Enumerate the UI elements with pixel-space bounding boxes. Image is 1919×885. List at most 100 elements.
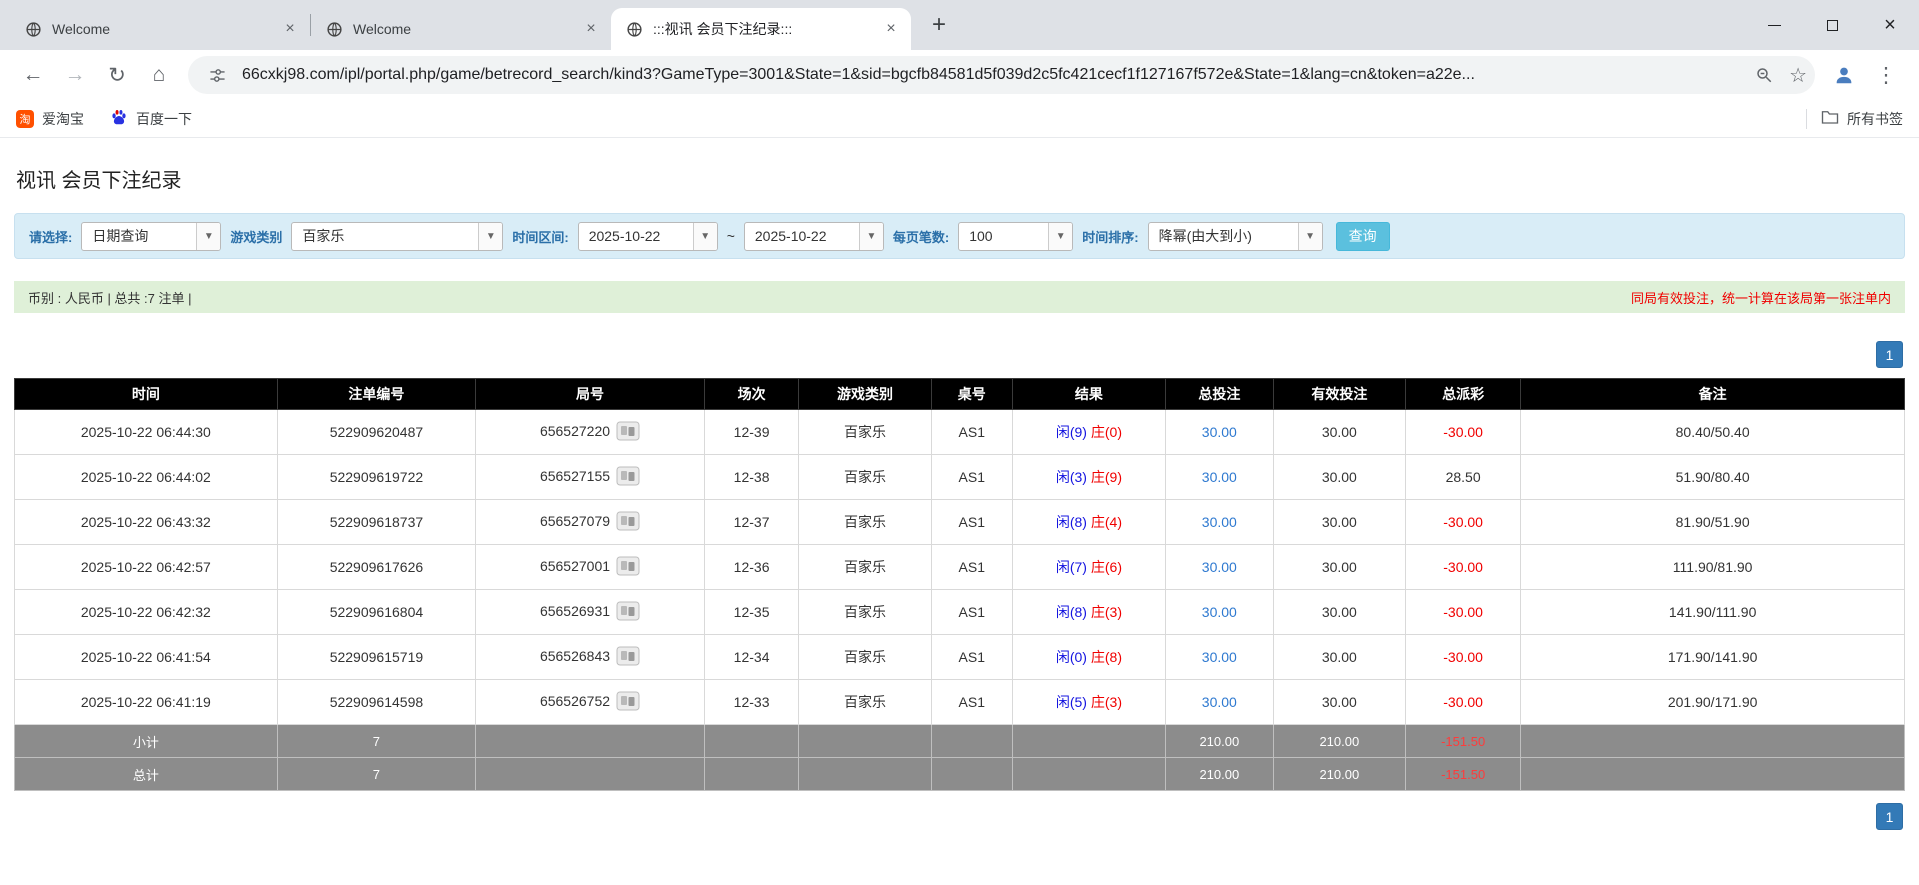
close-window-button[interactable]: × [1861, 0, 1919, 50]
cell-result: 闲(8) 庄(3) [1011, 589, 1166, 635]
cell-remark: 171.90/141.90 [1520, 634, 1905, 680]
sort-order-select[interactable]: 降幂(由大到小) ▼ [1147, 221, 1323, 251]
reload-button[interactable]: ↻ [96, 54, 138, 96]
forward-button[interactable]: → [54, 54, 96, 96]
cell-total-bet[interactable]: 30.00 [1164, 589, 1274, 635]
folder-icon [1821, 109, 1839, 128]
cell-game-type: 百家乐 [798, 499, 932, 545]
round-detail-icon[interactable] [616, 691, 640, 714]
summary-valid-bet: 210.00 [1272, 724, 1406, 758]
cell-round: 656526843 [475, 634, 705, 680]
cell-round: 656526752 [475, 679, 705, 725]
table-header-row: 时间 注单编号 局号 场次 游戏类别 桌号 结果 总投注 有效投注 总派彩 备注 [14, 378, 1905, 410]
tab-close-icon[interactable]: × [581, 19, 601, 39]
chevron-down-icon[interactable]: ▼ [478, 222, 503, 250]
globe-icon [325, 20, 343, 38]
filter-bar: 请选择: 日期查询 ▼ 游戏类别 百家乐 ▼ 时间区间: 2025-10-22 … [14, 213, 1905, 259]
round-detail-icon[interactable] [616, 511, 640, 534]
summary-valid-bet: 210.00 [1272, 757, 1406, 791]
date-range-label: 时间区间: [512, 229, 569, 245]
tab-close-icon[interactable]: × [280, 19, 300, 39]
query-type-select[interactable]: 日期查询 ▼ [81, 221, 222, 251]
result-player: 闲(5) [1055, 694, 1087, 710]
tab-welcome-2[interactable]: Welcome × [311, 8, 611, 50]
date-to-select[interactable]: 2025-10-22 ▼ [743, 221, 884, 251]
query-type-value: 日期查询 [92, 228, 149, 244]
cell-time: 2025-10-22 06:43:32 [14, 499, 278, 545]
site-info-icon[interactable] [204, 67, 230, 84]
date-from-select[interactable]: 2025-10-22 ▼ [577, 221, 718, 251]
game-type-select[interactable]: 百家乐 ▼ [291, 221, 504, 251]
column-header-valid-bet: 有效投注 [1272, 378, 1406, 410]
zoom-icon[interactable] [1751, 66, 1777, 84]
summary-total-bet: 210.00 [1164, 724, 1274, 758]
round-detail-icon[interactable] [616, 556, 640, 579]
cell-game-type: 百家乐 [798, 544, 932, 590]
cell-total-bet[interactable]: 30.00 [1164, 499, 1274, 545]
cell-total-bet[interactable]: 30.00 [1164, 409, 1274, 455]
tab-welcome-1[interactable]: Welcome × [10, 8, 310, 50]
column-header-total-bet: 总投注 [1164, 378, 1274, 410]
round-detail-icon[interactable] [616, 421, 640, 444]
chevron-down-icon[interactable]: ▼ [1048, 222, 1073, 250]
cell-payout: 28.50 [1404, 454, 1522, 500]
round-detail-icon[interactable] [616, 601, 640, 624]
range-separator: ~ [726, 228, 735, 244]
cell-valid-bet: 30.00 [1272, 409, 1406, 455]
chevron-down-icon[interactable]: ▼ [692, 222, 717, 250]
divider [1806, 108, 1807, 129]
cell-round: 656527220 [475, 409, 705, 455]
all-bookmarks-button[interactable]: 所有书签 [1821, 109, 1903, 129]
chevron-down-icon[interactable]: ▼ [858, 222, 883, 250]
cell-total-bet[interactable]: 30.00 [1164, 679, 1274, 725]
cell-session: 12-35 [703, 589, 800, 635]
url-text[interactable]: 66cxkj98.com/ipl/portal.php/game/betreco… [242, 66, 1739, 84]
bookmark-baidu[interactable]: 百度一下 [110, 108, 192, 129]
profile-avatar[interactable] [1823, 54, 1865, 96]
cell-total-bet[interactable]: 30.00 [1164, 544, 1274, 590]
chevron-down-icon[interactable]: ▼ [1297, 222, 1322, 250]
cell-valid-bet: 30.00 [1272, 544, 1406, 590]
cell-table-number: AS1 [930, 409, 1013, 455]
result-banker: 庄(9) [1090, 469, 1122, 485]
tab-label: Welcome [52, 21, 111, 37]
cell-table-number: AS1 [930, 454, 1013, 500]
bookmarks-bar-right: 所有书签 [1806, 108, 1903, 129]
tab-bet-record[interactable]: :::视讯 会员下注纪录::: × [611, 8, 911, 50]
tab-close-icon[interactable]: × [881, 19, 901, 39]
summary-empty [930, 724, 1013, 758]
cell-total-bet[interactable]: 30.00 [1164, 634, 1274, 680]
url-bar[interactable]: 66cxkj98.com/ipl/portal.php/game/betreco… [188, 56, 1815, 94]
pagination-bottom: 1 [14, 803, 1903, 830]
browser-menu-icon[interactable]: ⋮ [1865, 54, 1907, 96]
search-button[interactable]: 查询 [1335, 221, 1390, 251]
cell-game-type: 百家乐 [798, 589, 932, 635]
round-detail-icon[interactable] [616, 646, 640, 669]
back-button[interactable]: ← [12, 54, 54, 96]
column-header-time: 时间 [14, 378, 278, 410]
round-detail-icon[interactable] [616, 466, 640, 489]
cell-total-bet[interactable]: 30.00 [1164, 454, 1274, 500]
chevron-down-icon[interactable]: ▼ [196, 222, 221, 250]
table-row: 2025-10-22 06:42:57 522909617626 6565270… [14, 544, 1905, 590]
minimize-button[interactable] [1745, 0, 1803, 50]
home-button[interactable]: ⌂ [138, 54, 180, 96]
cell-game-type: 百家乐 [798, 679, 932, 725]
bet-table-body: 2025-10-22 06:44:30 522909620487 6565272… [14, 409, 1905, 791]
page-number-button[interactable]: 1 [1876, 803, 1903, 830]
cell-time: 2025-10-22 06:41:19 [14, 679, 278, 725]
tab-bar: Welcome × Welcome × :::视讯 会员下注纪录::: × + … [0, 0, 1919, 50]
maximize-button[interactable] [1803, 0, 1861, 50]
cell-round: 656526931 [475, 589, 705, 635]
cell-game-type: 百家乐 [798, 454, 932, 500]
result-banker: 庄(3) [1090, 604, 1122, 620]
page-number-button[interactable]: 1 [1876, 341, 1903, 368]
page-title: 视讯 会员下注纪录 [16, 170, 182, 192]
new-tab-button[interactable]: + [921, 7, 957, 43]
bet-table: 时间 注单编号 局号 场次 游戏类别 桌号 结果 总投注 有效投注 总派彩 备注… [14, 378, 1905, 791]
per-page-select[interactable]: 100 ▼ [958, 221, 1074, 251]
summary-empty [475, 757, 705, 791]
bookmark-star-icon[interactable]: ☆ [1789, 63, 1807, 88]
column-header-game-type: 游戏类别 [798, 378, 932, 410]
bookmark-taobao[interactable]: 淘 爱淘宝 [16, 109, 84, 129]
